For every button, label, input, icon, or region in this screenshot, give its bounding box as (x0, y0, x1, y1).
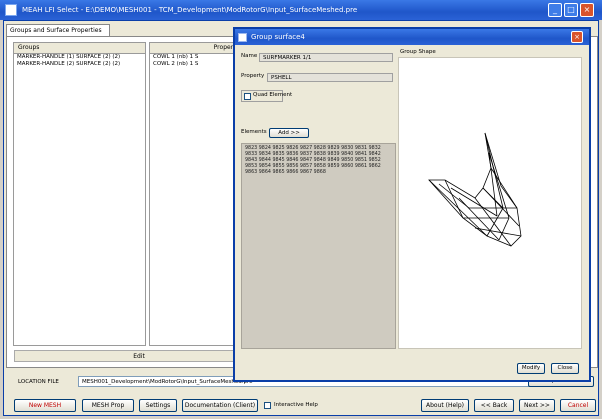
mesh-wireframe (428, 132, 522, 247)
elements-list[interactable]: 9823 9824 9825 9826 9827 9828 9829 9830 … (241, 143, 396, 349)
edit-button[interactable]: Edit (14, 350, 264, 362)
minimize-button[interactable]: _ (548, 3, 562, 17)
documentation-button[interactable]: Documentation (Client) (182, 399, 258, 412)
name-field[interactable]: SURFMARKER 1/1 (259, 53, 393, 62)
groups-column-header[interactable]: Groups (14, 43, 145, 54)
property-field[interactable]: PSHELL (267, 73, 393, 82)
path-label: LOCATION FILE (18, 379, 59, 385)
new-mesh-button[interactable]: New MESH (14, 399, 76, 412)
close-window-button[interactable]: × (580, 3, 594, 17)
groups-list[interactable]: Groups MARKER-HANDLE (1) SURFACE (2) (2)… (13, 42, 146, 346)
window-title: MEAH LFI Select - E:\DEMO\MESH001 - TCM_… (0, 0, 602, 20)
app-icon (5, 4, 17, 16)
quad-element-label: Quad Element (253, 92, 293, 98)
modify-button[interactable]: Modify (517, 363, 545, 374)
interactive-help-checkbox[interactable] (264, 402, 271, 409)
dialog-app-icon (238, 33, 247, 42)
dialog-close-button[interactable]: Close (551, 363, 579, 374)
back-button[interactable]: << Back (474, 399, 514, 412)
dialog-title: Group surface4 (235, 29, 589, 45)
settings-button[interactable]: Settings (139, 399, 177, 412)
view-label: Group Shape (400, 49, 436, 55)
group-shape-view[interactable] (398, 57, 582, 349)
interactive-help-label: Interactive Help (274, 402, 318, 408)
name-label: Name (241, 53, 258, 59)
dialog-close-icon[interactable]: × (571, 31, 583, 43)
mesh-prop-button[interactable]: MESH Prop (82, 399, 134, 412)
next-button[interactable]: Next >> (519, 399, 555, 412)
list-item[interactable]: MARKER-HANDLE (1) SURFACE (2) (2) (14, 54, 145, 61)
cancel-button[interactable]: Cancel (560, 399, 596, 412)
elements-label: Elements (241, 129, 267, 135)
property-label: Property (241, 73, 265, 79)
maximize-button[interactable]: □ (564, 3, 578, 17)
about-button[interactable]: About (Help) (421, 399, 469, 412)
tab-groups-surface-properties[interactable]: Groups and Surface Properties (6, 24, 110, 36)
quad-element-checkbox[interactable] (244, 93, 251, 100)
add-elements-button[interactable]: Add >> (269, 128, 309, 138)
list-item[interactable]: MARKER-HANDLE (2) SURFACE (2) (2) (14, 61, 145, 68)
